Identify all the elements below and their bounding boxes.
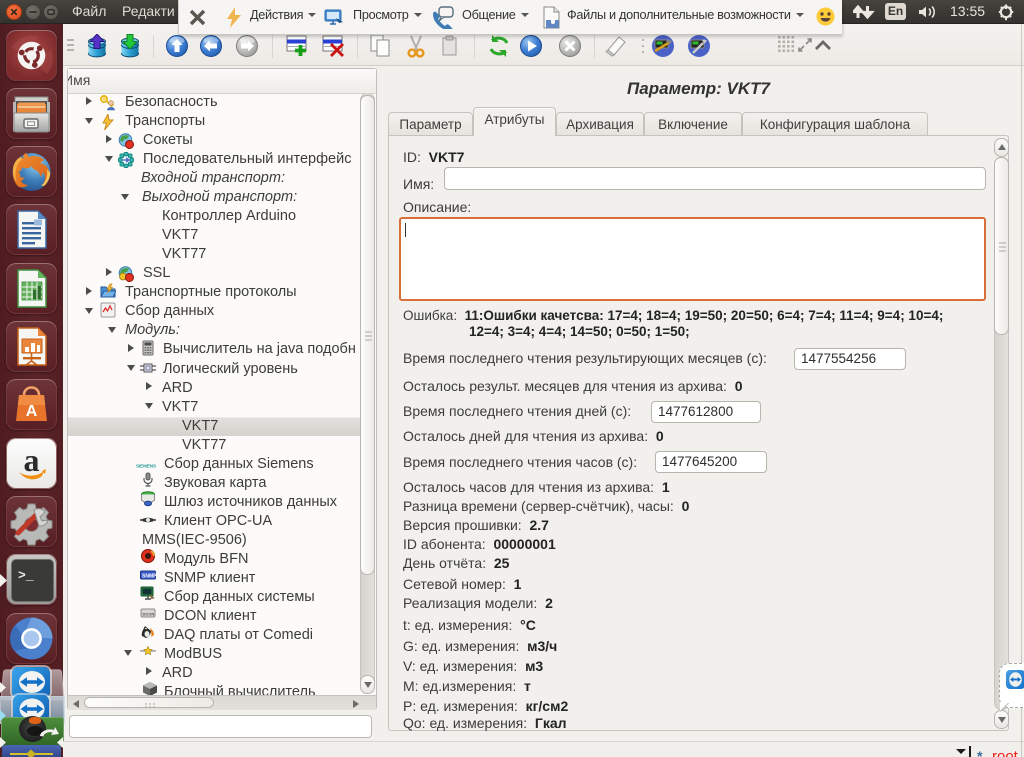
svg-text:SIEMENS: SIEMENS: [136, 463, 156, 468]
svg-text:a: a: [24, 442, 40, 478]
svg-text:A: A: [26, 403, 38, 420]
svg-text:DCON: DCON: [143, 611, 155, 616]
svg-text:SNMP: SNMP: [142, 573, 156, 579]
